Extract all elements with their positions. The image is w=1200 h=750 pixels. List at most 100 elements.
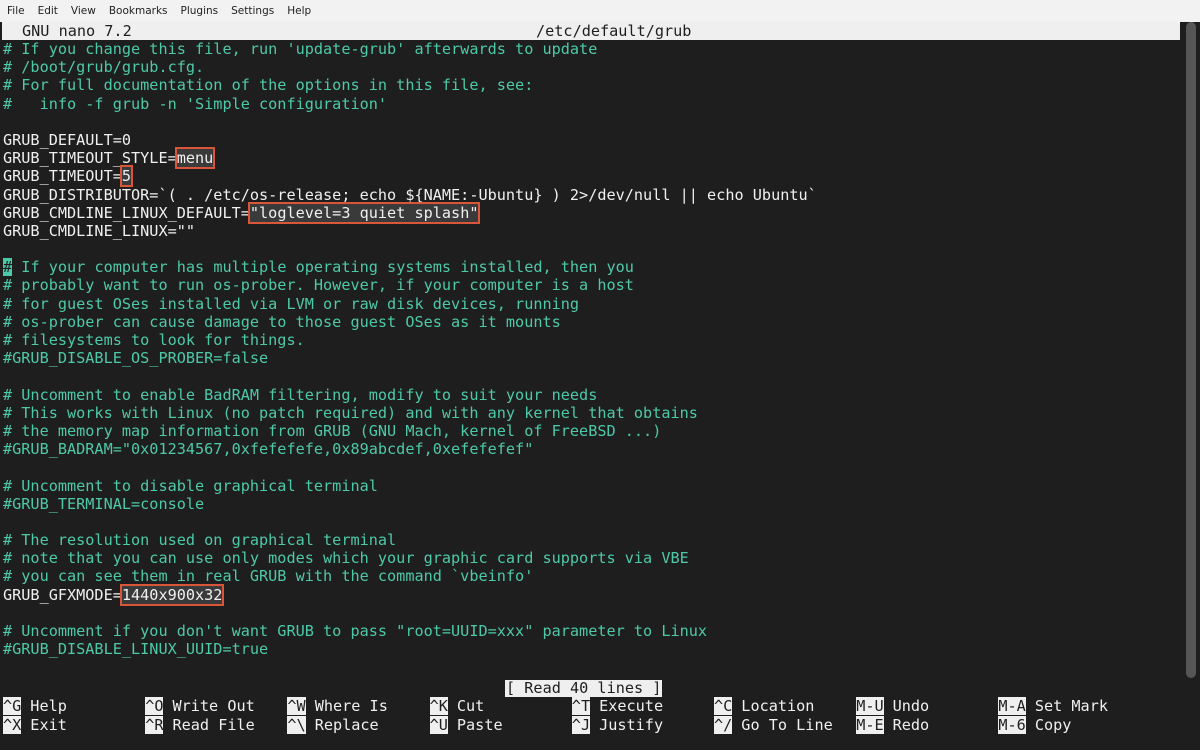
shortcut-key: ^W — [287, 697, 306, 715]
line-text: # you can see them in real GRUB with the… — [3, 567, 534, 586]
menu-file[interactable]: File — [0, 0, 31, 22]
shortcut-label: Write Out — [172, 697, 255, 715]
editor-line[interactable] — [3, 513, 1181, 531]
shortcut-write-out[interactable]: ^O Write Out — [145, 697, 255, 715]
editor-line[interactable]: # Uncomment to disable graphical termina… — [3, 477, 1181, 495]
shortcut-key: ^T — [571, 697, 591, 715]
shortcut-go-to-line[interactable]: ^/ Go To Line — [714, 715, 833, 734]
editor-line[interactable] — [3, 458, 1181, 476]
editor-line[interactable]: # filesystems to look for things. — [3, 331, 1181, 349]
text-cursor: # — [3, 258, 13, 277]
line-text: # If you change this file, run 'update-g… — [3, 40, 598, 58]
line-text: GRUB_DISTRIBUTOR=`( . /etc/os-release; e… — [3, 185, 817, 204]
menu-plugins[interactable]: Plugins — [174, 0, 225, 22]
line-text: # the memory map information from GRUB (… — [3, 421, 662, 440]
editor-line[interactable]: # Uncomment if you don't want GRUB to pa… — [3, 622, 1181, 640]
shortcut-label: Paste — [456, 715, 503, 734]
editor-line[interactable]: # For full documentation of the options … — [3, 76, 1181, 94]
menu-settings[interactable]: Settings — [224, 0, 280, 22]
nano-version: GNU nano 7.2 — [22, 22, 132, 40]
shortcut-key: M-6 — [998, 715, 1026, 734]
editor-line[interactable]: GRUB_CMDLINE_LINUX_DEFAULT="loglevel=3 q… — [3, 201, 1181, 224]
editor-line[interactable]: GRUB_TIMEOUT_STYLE=menu — [3, 147, 1181, 170]
editor-line[interactable]: GRUB_DISTRIBUTOR=`( . /etc/os-release; e… — [3, 186, 1181, 204]
editor-line[interactable]: # Uncomment to enable BadRAM filtering, … — [3, 386, 1181, 404]
shortcut-label: Replace — [314, 715, 379, 734]
editor-line[interactable] — [3, 604, 1181, 622]
editor-line[interactable]: #GRUB_DISABLE_OS_PROBER=false — [3, 349, 1181, 367]
shortcut-set-mark[interactable]: M-A Set Mark — [998, 697, 1108, 715]
editor-line[interactable]: # note that you can use only modes which… — [3, 549, 1181, 567]
editor-line[interactable]: # info -f grub -n 'Simple configuration' — [3, 95, 1181, 113]
shortcut-location[interactable]: ^C Location — [714, 697, 814, 715]
menu-bookmarks[interactable]: Bookmarks — [102, 0, 174, 22]
editor-line[interactable]: #GRUB_TERMINAL=console — [3, 495, 1181, 513]
shortcut-label: Help — [30, 697, 67, 715]
editor-line[interactable]: GRUB_TIMEOUT=5 — [3, 165, 1181, 188]
shortcut-bar: ^G Help ^X Exit ^O Write Out ^R Read File ^W Wher… — [3, 697, 1183, 735]
editor-line[interactable]: # The resolution used on graphical termi… — [3, 531, 1181, 549]
editor-line[interactable]: # If you change this file, run 'update-g… — [3, 40, 1181, 58]
editor-line[interactable]: # you can see them in real GRUB with the… — [3, 567, 1181, 585]
line-text: # Uncomment to disable graphical termina… — [3, 476, 378, 495]
line-text: # Uncomment to enable BadRAM filtering, … — [3, 385, 598, 404]
line-text: # info -f grub -n 'Simple configuration' — [3, 94, 388, 113]
shortcut-paste[interactable]: ^U Paste — [429, 715, 503, 734]
line-text: # The resolution used on graphical termi… — [3, 531, 397, 550]
editor-line[interactable]: #GRUB_DISABLE_LINUX_UUID=true — [3, 640, 1181, 658]
editor-line[interactable]: # probably want to run os-prober. Howeve… — [3, 276, 1181, 294]
shortcut-replace[interactable]: ^\ Replace — [287, 715, 379, 734]
line-text: # os-prober can cause damage to those gu… — [3, 312, 561, 331]
line-text: #GRUB_DISABLE_OS_PROBER=false — [3, 349, 269, 368]
shortcut-copy[interactable]: M-6 Copy — [998, 715, 1071, 734]
shortcut-label: Redo — [892, 715, 930, 734]
shortcut-key: ^O — [145, 697, 164, 715]
shortcut-help[interactable]: ^G Help — [3, 697, 67, 715]
editor-line[interactable]: # If your computer has multiple operatin… — [3, 258, 1181, 277]
editor-line[interactable]: # the memory map information from GRUB (… — [3, 422, 1181, 440]
shortcut-label: Exit — [30, 715, 67, 734]
editor-line[interactable]: GRUB_DEFAULT=0 — [3, 131, 1181, 149]
editor-text-area[interactable]: # If you change this file, run 'update-g… — [3, 40, 1181, 658]
line-text: #GRUB_TERMINAL=console — [3, 494, 205, 513]
line-text: GRUB_DEFAULT=0 — [3, 130, 132, 149]
highlighted-value: 1440x900x32 — [119, 583, 225, 606]
editor-line[interactable] — [3, 113, 1181, 131]
shortcut-label: Read File — [172, 715, 255, 734]
shortcut-label: Go To Line — [741, 715, 833, 734]
shortcut-label: Undo — [892, 697, 930, 715]
menu-view[interactable]: View — [64, 0, 102, 22]
shortcut-execute[interactable]: ^T Execute — [571, 697, 663, 715]
editor-line[interactable]: # /boot/grub/grub.cfg. — [3, 58, 1181, 76]
editor-line[interactable]: GRUB_CMDLINE_LINUX="" — [3, 222, 1181, 240]
shortcut-key: ^/ — [714, 715, 733, 734]
menu-edit[interactable]: Edit — [31, 0, 64, 22]
nano-title-bar: GNU nano 7.2 /etc/default/grub — [2, 22, 1180, 40]
editor-line[interactable]: # This works with Linux (no patch requir… — [3, 404, 1181, 422]
line-text: # probably want to run os-prober. Howeve… — [3, 276, 634, 295]
editor-line[interactable]: GRUB_GFXMODE=1440x900x32 — [3, 583, 1181, 606]
shortcut-redo[interactable]: M-E Redo — [856, 715, 930, 734]
line-text: # This works with Linux (no patch requir… — [3, 403, 698, 422]
menu-help[interactable]: Help — [280, 0, 317, 22]
scrollbar[interactable] — [1186, 22, 1196, 678]
shortcut-read-file[interactable]: ^R Read File — [145, 715, 255, 734]
terminal-window[interactable]: GNU nano 7.2 /etc/default/grub # If you … — [0, 22, 1200, 750]
shortcut-undo[interactable]: M-U Undo — [856, 697, 929, 715]
shortcut-where-is[interactable]: ^W Where Is — [287, 697, 388, 715]
shortcut-justify[interactable]: ^J Justify — [571, 715, 663, 734]
line-text: #GRUB_DISABLE_LINUX_UUID=true — [3, 640, 269, 659]
editor-line[interactable]: # os-prober can cause damage to those gu… — [3, 313, 1181, 331]
shortcut-key: ^K — [429, 697, 448, 715]
line-text: # filesystems to look for things. — [3, 331, 305, 349]
shortcut-cut[interactable]: ^K Cut — [429, 697, 485, 715]
shortcut-key: ^U — [429, 715, 448, 734]
line-text: # note that you can use only modes which… — [3, 549, 689, 568]
shortcut-exit[interactable]: ^X Exit — [3, 715, 67, 734]
scrollbar-thumb[interactable] — [1186, 22, 1196, 678]
editor-line[interactable]: # for guest OSes installed via LVM or ra… — [3, 295, 1181, 313]
shortcut-label: Cut — [456, 697, 485, 715]
editor-line[interactable] — [3, 367, 1181, 385]
editor-line[interactable]: #GRUB_BADRAM="0x01234567,0xfefefefe,0x89… — [3, 440, 1181, 458]
editor-line[interactable] — [3, 240, 1181, 258]
